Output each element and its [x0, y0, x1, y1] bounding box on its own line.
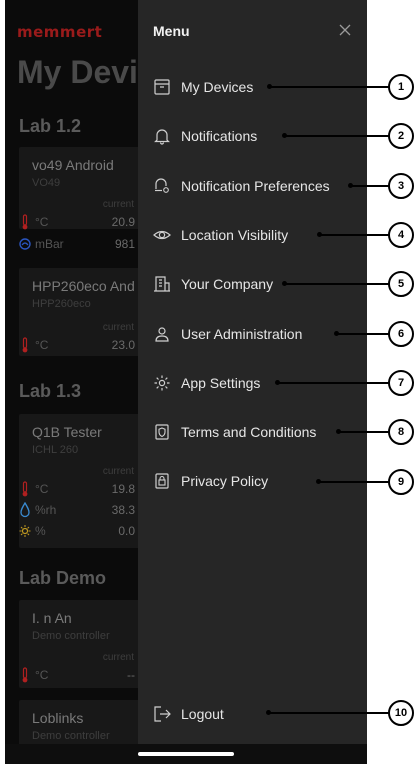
- callout-5: 5: [388, 271, 414, 297]
- reading-value: 0.0: [118, 524, 135, 538]
- device-name: HPP260eco And: [32, 278, 135, 294]
- reading-row: °C 19.8: [19, 481, 135, 497]
- callout-4: 4: [388, 222, 414, 248]
- menu-item-label: Your Company: [181, 276, 274, 292]
- light-sun-icon: [19, 525, 31, 537]
- device-model: Demo controller: [32, 730, 110, 742]
- reading-row: mBar 981: [19, 236, 135, 252]
- current-label: current: [102, 322, 134, 333]
- menu-item-user-administration[interactable]: User Administration: [153, 322, 358, 346]
- reading-value: --: [127, 668, 135, 682]
- logout-button[interactable]: Logout: [153, 702, 358, 726]
- pressure-gauge-icon: [19, 238, 31, 250]
- reading-unit: °C: [35, 668, 49, 682]
- callout-9: 9: [388, 469, 414, 495]
- callout-8: 8: [388, 419, 414, 445]
- device-model: ICHL 260: [32, 444, 79, 456]
- leader-line: [269, 86, 389, 88]
- reading-unit: mBar: [35, 237, 64, 251]
- bell-settings-icon: [153, 177, 171, 195]
- drawer-title: Menu: [153, 23, 190, 39]
- section-label: Lab 1.2: [19, 116, 82, 136]
- device-card[interactable]: Loblinks Demo controller: [19, 700, 138, 750]
- reading-unit: %rh: [35, 503, 57, 517]
- humidity-drop-icon: [20, 502, 30, 518]
- leader-line: [268, 712, 389, 714]
- reading-row: %rh 38.3: [19, 502, 135, 518]
- callout-1: 1: [388, 74, 414, 100]
- menu-item-terms-and-conditions[interactable]: Terms and Conditions: [153, 420, 358, 444]
- current-label: current: [102, 199, 134, 210]
- leader-line: [284, 135, 389, 137]
- user-icon: [153, 325, 171, 343]
- bell-icon: [153, 127, 171, 145]
- reading-value: 19.8: [111, 482, 135, 496]
- leader-line: [319, 234, 389, 236]
- shield-document-icon: [153, 423, 171, 441]
- reading-row: % 0.0: [19, 523, 135, 539]
- reading-unit: °C: [35, 215, 49, 229]
- memmert-logo: memmert: [17, 23, 103, 41]
- thermometer-icon: [22, 214, 28, 230]
- menu-item-label: App Settings: [181, 375, 261, 391]
- current-label: current: [102, 466, 134, 477]
- device-name: Q1B Tester: [32, 424, 102, 440]
- reading-row: °C 23.0: [19, 337, 135, 353]
- logout-arrow-icon: [153, 705, 171, 723]
- leader-line: [284, 283, 389, 285]
- reading-value: 38.3: [111, 503, 135, 517]
- logout-label: Logout: [181, 706, 224, 722]
- reading-unit: %: [35, 524, 46, 538]
- device-name: Loblinks: [32, 710, 84, 726]
- leader-line: [338, 431, 389, 433]
- device-model: Demo controller: [32, 630, 110, 642]
- menu-item-label: User Administration: [181, 326, 303, 342]
- reading-row: °C --: [19, 667, 135, 683]
- menu-item-label: Notification Preferences: [181, 178, 330, 194]
- reading-value: 23.0: [111, 338, 135, 352]
- menu-item-notification-preferences[interactable]: Notification Preferences: [153, 174, 358, 198]
- leader-line: [318, 481, 389, 483]
- current-label: current: [102, 652, 134, 663]
- gear-icon: [153, 374, 171, 392]
- callout-7: 7: [388, 370, 414, 396]
- leader-line: [277, 382, 389, 384]
- section-label: Lab Demo: [19, 568, 107, 588]
- callout-3: 3: [388, 173, 414, 199]
- device-name: vo49 Android: [32, 157, 114, 173]
- leader-line: [350, 185, 389, 187]
- callout-2: 2: [388, 123, 414, 149]
- reading-unit: °C: [35, 338, 49, 352]
- callout-10: 10: [388, 700, 414, 726]
- building-icon: [153, 275, 171, 293]
- menu-item-label: Privacy Policy: [181, 473, 269, 489]
- menu-item-label: Notifications: [181, 128, 258, 144]
- thermometer-icon: [22, 667, 28, 683]
- eye-icon: [153, 226, 171, 244]
- thermometer-icon: [22, 337, 28, 353]
- menu-item-label: Location Visibility: [181, 227, 289, 243]
- reading-value: 981: [114, 237, 135, 251]
- lock-document-icon: [153, 472, 171, 490]
- thermometer-icon: [22, 481, 28, 497]
- page-title: My Devi: [17, 54, 138, 90]
- callout-6: 6: [388, 321, 414, 347]
- reading-value: 20.9: [111, 215, 135, 229]
- device-model: VO49: [32, 177, 61, 189]
- reading-row: °C 20.9: [19, 214, 135, 230]
- device-model: HPP260eco: [32, 298, 91, 310]
- reading-unit: °C: [35, 482, 49, 496]
- close-icon[interactable]: [337, 22, 353, 38]
- menu-item-label: Terms and Conditions: [181, 424, 317, 440]
- menu-item-label: My Devices: [181, 79, 254, 95]
- leader-line: [336, 333, 389, 335]
- section-label: Lab 1.3: [19, 381, 82, 401]
- navigation-drawer: Menu My Devices Notifications Notificati…: [138, 0, 367, 744]
- devices-box-icon: [153, 78, 171, 96]
- device-name: I. n An: [32, 610, 72, 626]
- background-device-list: memmert My Devi Lab 1.2 vo49 Android VO4…: [5, 0, 138, 764]
- home-indicator[interactable]: [138, 752, 234, 756]
